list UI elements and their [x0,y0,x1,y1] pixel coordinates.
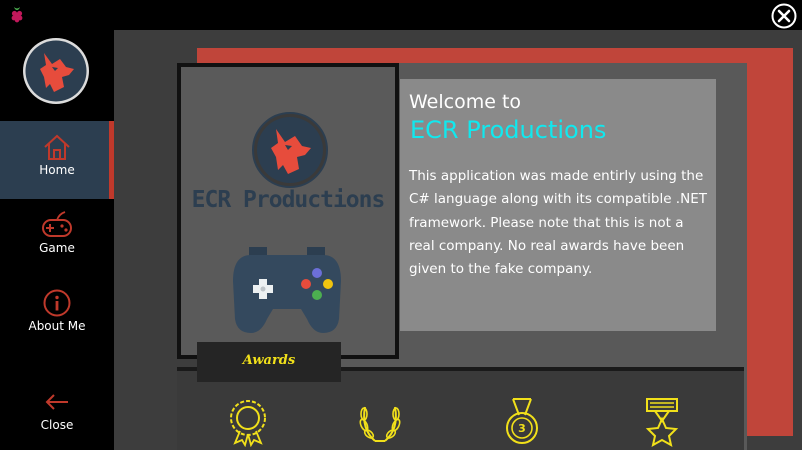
medal-3-icon: 3 [506,398,538,444]
sidebar-item-label: Game [39,241,75,255]
home-icon [44,134,70,160]
awards-tab[interactable]: Awards [197,342,341,382]
star-medal-icon [645,398,679,447]
wolf-logo-icon [23,38,89,104]
welcome-description: This application was made entirly using … [409,168,707,278]
sidebar-item-about[interactable]: About Me [0,277,114,355]
app-window: Home Game About Me Close ECR Productions… [0,0,802,450]
sidebar: Home Game About Me Close [0,30,114,450]
gamepad-icon [233,247,341,333]
sidebar-item-game[interactable]: Game [0,199,114,277]
welcome-heading: Welcome to [409,91,522,113]
sidebar-item-label: Home [39,163,75,177]
brand-logo-text: ECR Productions [191,187,386,213]
info-icon [43,289,71,317]
brand-card: ECR Productions [177,63,399,359]
main-content: ECR Productions 3 Awards Welcome to ECR … [114,30,802,450]
close-icon[interactable] [770,2,798,30]
gamepad-icon [42,211,72,237]
arrow-left-icon [45,394,68,410]
wolf-logo-icon [252,112,328,188]
welcome-brand-name: ECR Productions [410,116,607,144]
sidebar-item-label: About Me [28,319,86,333]
sidebar-item-home[interactable]: Home [0,121,114,199]
raspberry-icon [11,7,23,23]
welcome-panel: Welcome to ECR Productions This applicat… [400,79,716,331]
medal-number: 3 [518,422,526,435]
rosette-icon [230,400,266,447]
sidebar-item-close[interactable]: Close [0,376,114,450]
laurel-wreath-icon [359,406,401,442]
title-bar [0,0,802,30]
sidebar-item-label: Close [40,418,74,432]
